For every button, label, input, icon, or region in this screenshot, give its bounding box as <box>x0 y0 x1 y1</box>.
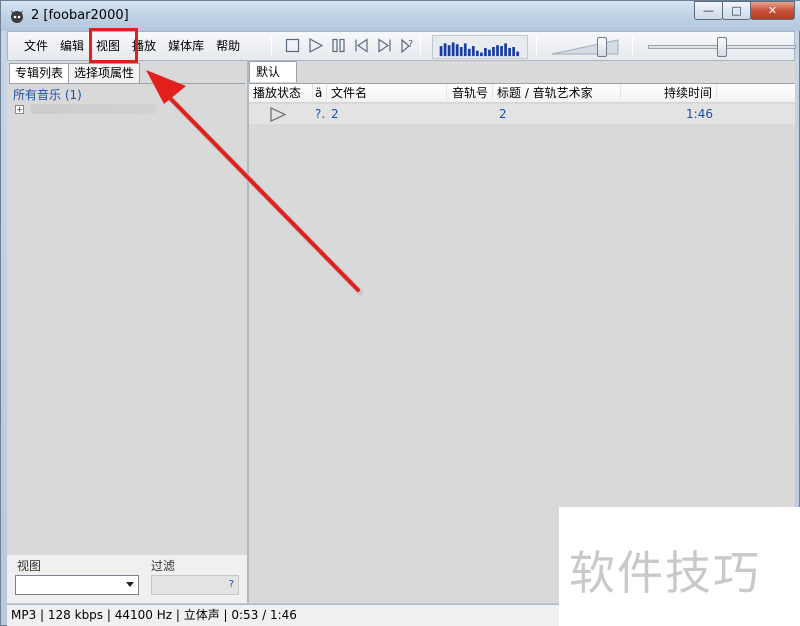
filter-help-icon[interactable]: ? <box>229 579 234 590</box>
svg-text:?: ? <box>408 39 413 50</box>
menu-library[interactable]: 媒体库 <box>162 32 210 60</box>
toolbar-separator <box>632 36 633 56</box>
tab-selection-properties[interactable]: 选择项属性 <box>68 63 141 83</box>
view-menu-highlight <box>89 28 138 63</box>
column-play-status[interactable]: 播放状态 <box>249 84 313 103</box>
cell-track-number <box>447 104 491 124</box>
spectrum-bar <box>463 43 467 57</box>
spectrum-bar <box>516 51 520 57</box>
cell-filename: 2 <box>331 107 339 121</box>
column-filename[interactable]: 文件名 <box>327 84 447 103</box>
spectrum-bar <box>480 52 483 57</box>
cell-a: ?. <box>315 107 326 121</box>
spectrum-bar <box>492 47 495 57</box>
next-icon[interactable] <box>376 37 393 54</box>
foobar-app-icon <box>11 10 23 23</box>
playing-indicator-icon <box>270 107 287 122</box>
column-title-artist[interactable]: 标题 / 音轨艺术家 <box>493 84 621 103</box>
toolbar-separator <box>536 36 537 56</box>
spectrum-bar <box>439 46 443 57</box>
playlist-header: 播放状态 ä 文件名 音轨号 标题 / 音轨艺术家 持续时间 <box>249 83 795 103</box>
previous-icon[interactable] <box>353 37 370 54</box>
album-list-tree: 所有音乐 (1) + <box>9 83 245 555</box>
column-a[interactable]: ä <box>313 84 327 103</box>
tree-child-node[interactable]: + <box>15 104 156 114</box>
volume-slider-thumb[interactable] <box>596 37 607 57</box>
spectrum-bar <box>488 49 491 57</box>
status-bar: MP3 | 128 kbps | 44100 Hz | 立体声 | 0:53 /… <box>7 604 559 626</box>
tree-root-all-music[interactable]: 所有音乐 (1) <box>13 86 82 103</box>
watermark-text: 软件技巧 <box>569 546 761 600</box>
filter-input[interactable]: ? <box>151 575 239 595</box>
spectrum-bar <box>443 43 447 57</box>
minimize-button[interactable]: — <box>694 1 723 20</box>
menu-file[interactable]: 文件 <box>18 32 54 60</box>
spectrum-bar <box>512 47 516 57</box>
spectrum-bar <box>455 44 459 57</box>
volume-slider-ramp <box>551 39 619 55</box>
toolbar-separator <box>420 36 421 56</box>
pause-icon[interactable] <box>330 37 347 54</box>
cell-title: 2 <box>499 107 507 121</box>
column-track-number[interactable]: 音轨号 <box>447 84 493 103</box>
window-title: 2 [foobar2000] <box>31 8 129 23</box>
spectrum-bar <box>451 42 455 57</box>
spectrum-bar <box>508 47 511 57</box>
spectrum-bar <box>471 46 475 57</box>
spectrum-bar <box>504 43 507 57</box>
spectrum-bar <box>459 47 463 57</box>
filter-label: 过滤 <box>151 559 176 573</box>
view-filter-area: 视图 过滤 ? <box>7 555 247 603</box>
title-bar[interactable]: 2 [foobar2000] — □ ✕ <box>1 1 800 31</box>
menu-edit[interactable]: 编辑 <box>54 32 90 60</box>
view-dropdown[interactable] <box>15 575 139 595</box>
toolbar-separator <box>271 36 272 56</box>
play-icon[interactable] <box>307 37 324 54</box>
watermark: 软件技巧 <box>559 507 800 626</box>
random-icon[interactable]: ? <box>399 37 416 54</box>
spectrum-bar <box>484 47 487 57</box>
column-duration[interactable]: 持续时间 <box>621 84 717 103</box>
spectrum-bar <box>467 48 471 57</box>
tab-album-list[interactable]: 专辑列表 <box>9 63 70 83</box>
blurred-tree-label <box>30 104 156 114</box>
spectrum-bar <box>496 45 499 57</box>
transport-controls: ? <box>284 37 416 54</box>
spectrum-bar <box>447 45 451 57</box>
view-label: 视图 <box>17 559 42 573</box>
playlist-row[interactable]: ?. 2 2 1:46 <box>249 104 795 124</box>
chevron-down-icon <box>126 582 134 587</box>
seek-bar-thumb[interactable] <box>717 37 727 57</box>
maximize-button[interactable]: □ <box>722 1 751 20</box>
close-button[interactable]: ✕ <box>750 1 795 20</box>
spectrum-bar <box>475 50 479 57</box>
left-panel: 专辑列表 选择项属性 所有音乐 (1) + 视图 过滤 ? <box>7 61 247 603</box>
menu-help[interactable]: 帮助 <box>210 32 246 60</box>
spectrum-bar <box>500 46 503 57</box>
spectrum-visualization[interactable] <box>432 35 528 59</box>
cell-duration: 1:46 <box>686 107 713 121</box>
playlist-tab-default[interactable]: 默认 <box>249 61 297 82</box>
stop-icon[interactable] <box>284 37 301 54</box>
expand-icon[interactable]: + <box>15 104 24 114</box>
